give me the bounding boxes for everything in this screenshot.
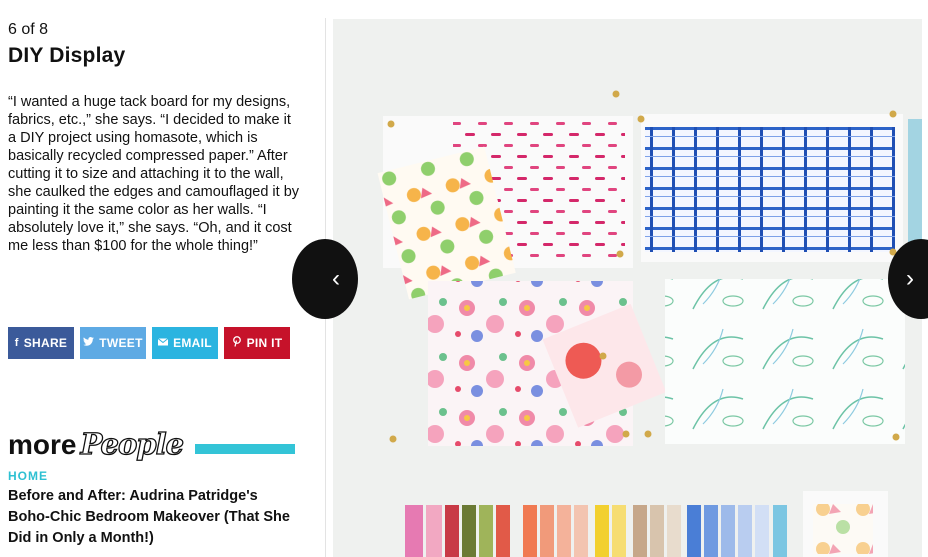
people-logo[interactable]: People bbox=[80, 427, 185, 460]
twitter-icon bbox=[83, 337, 95, 349]
tweet-button[interactable]: TWEET bbox=[80, 327, 146, 359]
slide-caption: “I wanted a huge tack board for my desig… bbox=[8, 94, 300, 254]
email-label: EMAIL bbox=[173, 336, 212, 350]
more-people-header: more People bbox=[8, 420, 295, 461]
accent-bar bbox=[195, 444, 295, 454]
tweet-label: TWEET bbox=[99, 336, 143, 350]
related-kicker[interactable]: HOME bbox=[8, 469, 48, 483]
pin-it-button[interactable]: PIN IT bbox=[224, 327, 290, 359]
related-headline-link[interactable]: Before and After: Audrina Patridge's Boh… bbox=[8, 486, 298, 549]
slide-counter: 6 of 8 bbox=[8, 21, 49, 38]
pin-label: PIN IT bbox=[246, 336, 283, 350]
facebook-share-button[interactable]: f SHARE bbox=[8, 327, 74, 359]
more-word: more bbox=[8, 429, 77, 460]
chevron-left-icon: ‹ bbox=[332, 265, 340, 292]
slide-text-column: 6 of 8 DIY Display “I wanted a huge tack… bbox=[8, 0, 308, 557]
facebook-icon: f bbox=[14, 337, 19, 349]
chevron-right-icon: › bbox=[906, 265, 914, 292]
slide-photo bbox=[333, 19, 922, 557]
email-button[interactable]: EMAIL bbox=[152, 327, 218, 359]
share-buttons: f SHARE TWEET EMAIL PIN IT bbox=[8, 327, 290, 359]
slide-title: DIY Display bbox=[8, 44, 126, 67]
previous-slide-button[interactable]: ‹ bbox=[292, 239, 358, 319]
envelope-icon bbox=[157, 337, 169, 349]
share-label: SHARE bbox=[23, 336, 68, 350]
pinterest-icon bbox=[232, 336, 242, 350]
